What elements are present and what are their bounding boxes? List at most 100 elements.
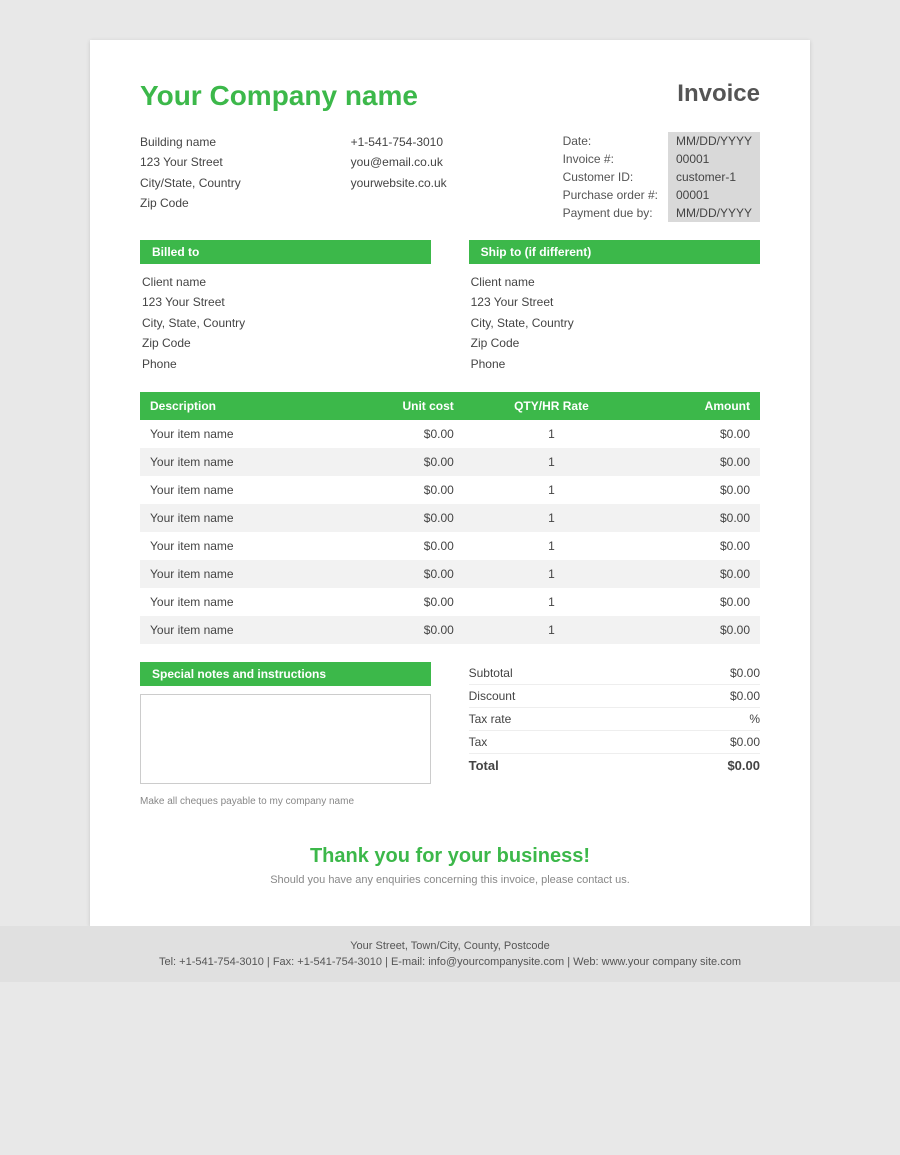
table-row: Your item name $0.00 1 $0.00: [140, 560, 760, 588]
item-qty: 1: [464, 616, 639, 644]
total-label: Total: [469, 758, 499, 773]
tax-rate-row: Tax rate %: [469, 708, 760, 731]
item-qty: 1: [464, 504, 639, 532]
item-unit-cost: $0.00: [332, 476, 464, 504]
payment-due-value: MM/DD/YYYY: [668, 204, 760, 222]
item-description: Your item name: [140, 476, 332, 504]
ship-to-header: Ship to (if different): [469, 240, 760, 264]
col-unit-cost: Unit cost: [332, 392, 464, 420]
purchase-order-value: 00001: [668, 186, 760, 204]
item-description: Your item name: [140, 420, 332, 448]
item-description: Your item name: [140, 532, 332, 560]
table-row: Your item name $0.00 1 $0.00: [140, 504, 760, 532]
subtotal-value: $0.00: [730, 666, 760, 680]
discount-value: $0.00: [730, 689, 760, 703]
tax-value: $0.00: [730, 735, 760, 749]
table-row: Your item name $0.00 1 $0.00: [140, 532, 760, 560]
thank-you-subtitle: Should you have any enquiries concerning…: [140, 874, 760, 886]
invoice-num-label: Invoice #:: [557, 150, 668, 168]
item-unit-cost: $0.00: [332, 532, 464, 560]
thank-you-section: Thank you for your business! Should you …: [140, 825, 760, 896]
tax-rate-value: %: [749, 712, 760, 726]
billed-to-block: Billed to Client name 123 Your Street Ci…: [140, 240, 431, 374]
item-qty: 1: [464, 560, 639, 588]
discount-label: Discount: [469, 689, 516, 703]
item-amount: $0.00: [639, 532, 760, 560]
total-value: $0.00: [727, 758, 760, 773]
company-name: Your Company name: [140, 80, 418, 112]
footer-contact: Tel: +1-541-754-3010 | Fax: +1-541-754-3…: [0, 956, 900, 968]
company-email: you@email.co.uk: [351, 152, 447, 172]
item-amount: $0.00: [639, 448, 760, 476]
item-qty: 1: [464, 588, 639, 616]
company-building: Building name: [140, 132, 241, 152]
table-row: Your item name $0.00 1 $0.00: [140, 448, 760, 476]
table-row: Your item name $0.00 1 $0.00: [140, 476, 760, 504]
item-amount: $0.00: [639, 560, 760, 588]
page-footer: Your Street, Town/City, County, Postcode…: [0, 926, 900, 982]
invoice-details: Date: MM/DD/YYYY Invoice #: 00001 Custom…: [557, 132, 760, 222]
notes-block: Special notes and instructions: [140, 662, 431, 784]
table-row: Your item name $0.00 1 $0.00: [140, 616, 760, 644]
cheque-note: Make all cheques payable to my company n…: [140, 796, 760, 807]
billed-name: Client name: [142, 272, 431, 292]
item-qty: 1: [464, 448, 639, 476]
invoice-num-value: 00001: [668, 150, 760, 168]
company-street: 123 Your Street: [140, 152, 241, 172]
item-unit-cost: $0.00: [332, 504, 464, 532]
item-qty: 1: [464, 476, 639, 504]
billed-city: City, State, Country: [142, 313, 431, 333]
subtotal-label: Subtotal: [469, 666, 513, 680]
invoice-page: Your Company name Invoice Building name …: [90, 40, 810, 926]
notes-header: Special notes and instructions: [140, 662, 431, 686]
company-info-row: Building name 123 Your Street City/State…: [140, 132, 760, 222]
total-row: Total $0.00: [469, 754, 760, 777]
bottom-section: Special notes and instructions Subtotal …: [140, 662, 760, 784]
ship-zip: Zip Code: [471, 333, 760, 353]
subtotal-row: Subtotal $0.00: [469, 662, 760, 685]
thank-you-title: Thank you for your business!: [140, 845, 760, 868]
col-amount: Amount: [639, 392, 760, 420]
billed-phone: Phone: [142, 354, 431, 374]
tax-label: Tax: [469, 735, 488, 749]
date-label: Date:: [557, 132, 668, 150]
notes-body: [140, 694, 431, 784]
item-unit-cost: $0.00: [332, 560, 464, 588]
item-unit-cost: $0.00: [332, 588, 464, 616]
item-description: Your item name: [140, 616, 332, 644]
tax-row: Tax $0.00: [469, 731, 760, 754]
ship-to-block: Ship to (if different) Client name 123 Y…: [469, 240, 760, 374]
ship-phone: Phone: [471, 354, 760, 374]
billing-section: Billed to Client name 123 Your Street Ci…: [140, 240, 760, 374]
invoice-title: Invoice: [677, 80, 760, 108]
footer-address: Your Street, Town/City, County, Postcode: [0, 940, 900, 952]
company-contact: +1-541-754-3010 you@email.co.uk yourwebs…: [351, 132, 447, 222]
item-unit-cost: $0.00: [332, 420, 464, 448]
table-row: Your item name $0.00 1 $0.00: [140, 588, 760, 616]
billed-to-header: Billed to: [140, 240, 431, 264]
col-qty: QTY/HR Rate: [464, 392, 639, 420]
item-qty: 1: [464, 420, 639, 448]
customer-id-label: Customer ID:: [557, 168, 668, 186]
item-amount: $0.00: [639, 476, 760, 504]
item-qty: 1: [464, 532, 639, 560]
invoice-header: Your Company name Invoice: [140, 80, 760, 112]
item-description: Your item name: [140, 504, 332, 532]
item-description: Your item name: [140, 448, 332, 476]
col-description: Description: [140, 392, 332, 420]
discount-row: Discount $0.00: [469, 685, 760, 708]
ship-street: 123 Your Street: [471, 292, 760, 312]
billed-to-address: Client name 123 Your Street City, State,…: [140, 272, 431, 374]
table-row: Your item name $0.00 1 $0.00: [140, 420, 760, 448]
item-unit-cost: $0.00: [332, 448, 464, 476]
payment-due-label: Payment due by:: [557, 204, 668, 222]
date-value: MM/DD/YYYY: [668, 132, 760, 150]
company-address: Building name 123 Your Street City/State…: [140, 132, 241, 222]
billed-zip: Zip Code: [142, 333, 431, 353]
item-amount: $0.00: [639, 420, 760, 448]
tax-rate-label: Tax rate: [469, 712, 512, 726]
item-description: Your item name: [140, 588, 332, 616]
company-website: yourwebsite.co.uk: [351, 173, 447, 193]
item-amount: $0.00: [639, 504, 760, 532]
totals-block: Subtotal $0.00 Discount $0.00 Tax rate %…: [469, 662, 760, 784]
